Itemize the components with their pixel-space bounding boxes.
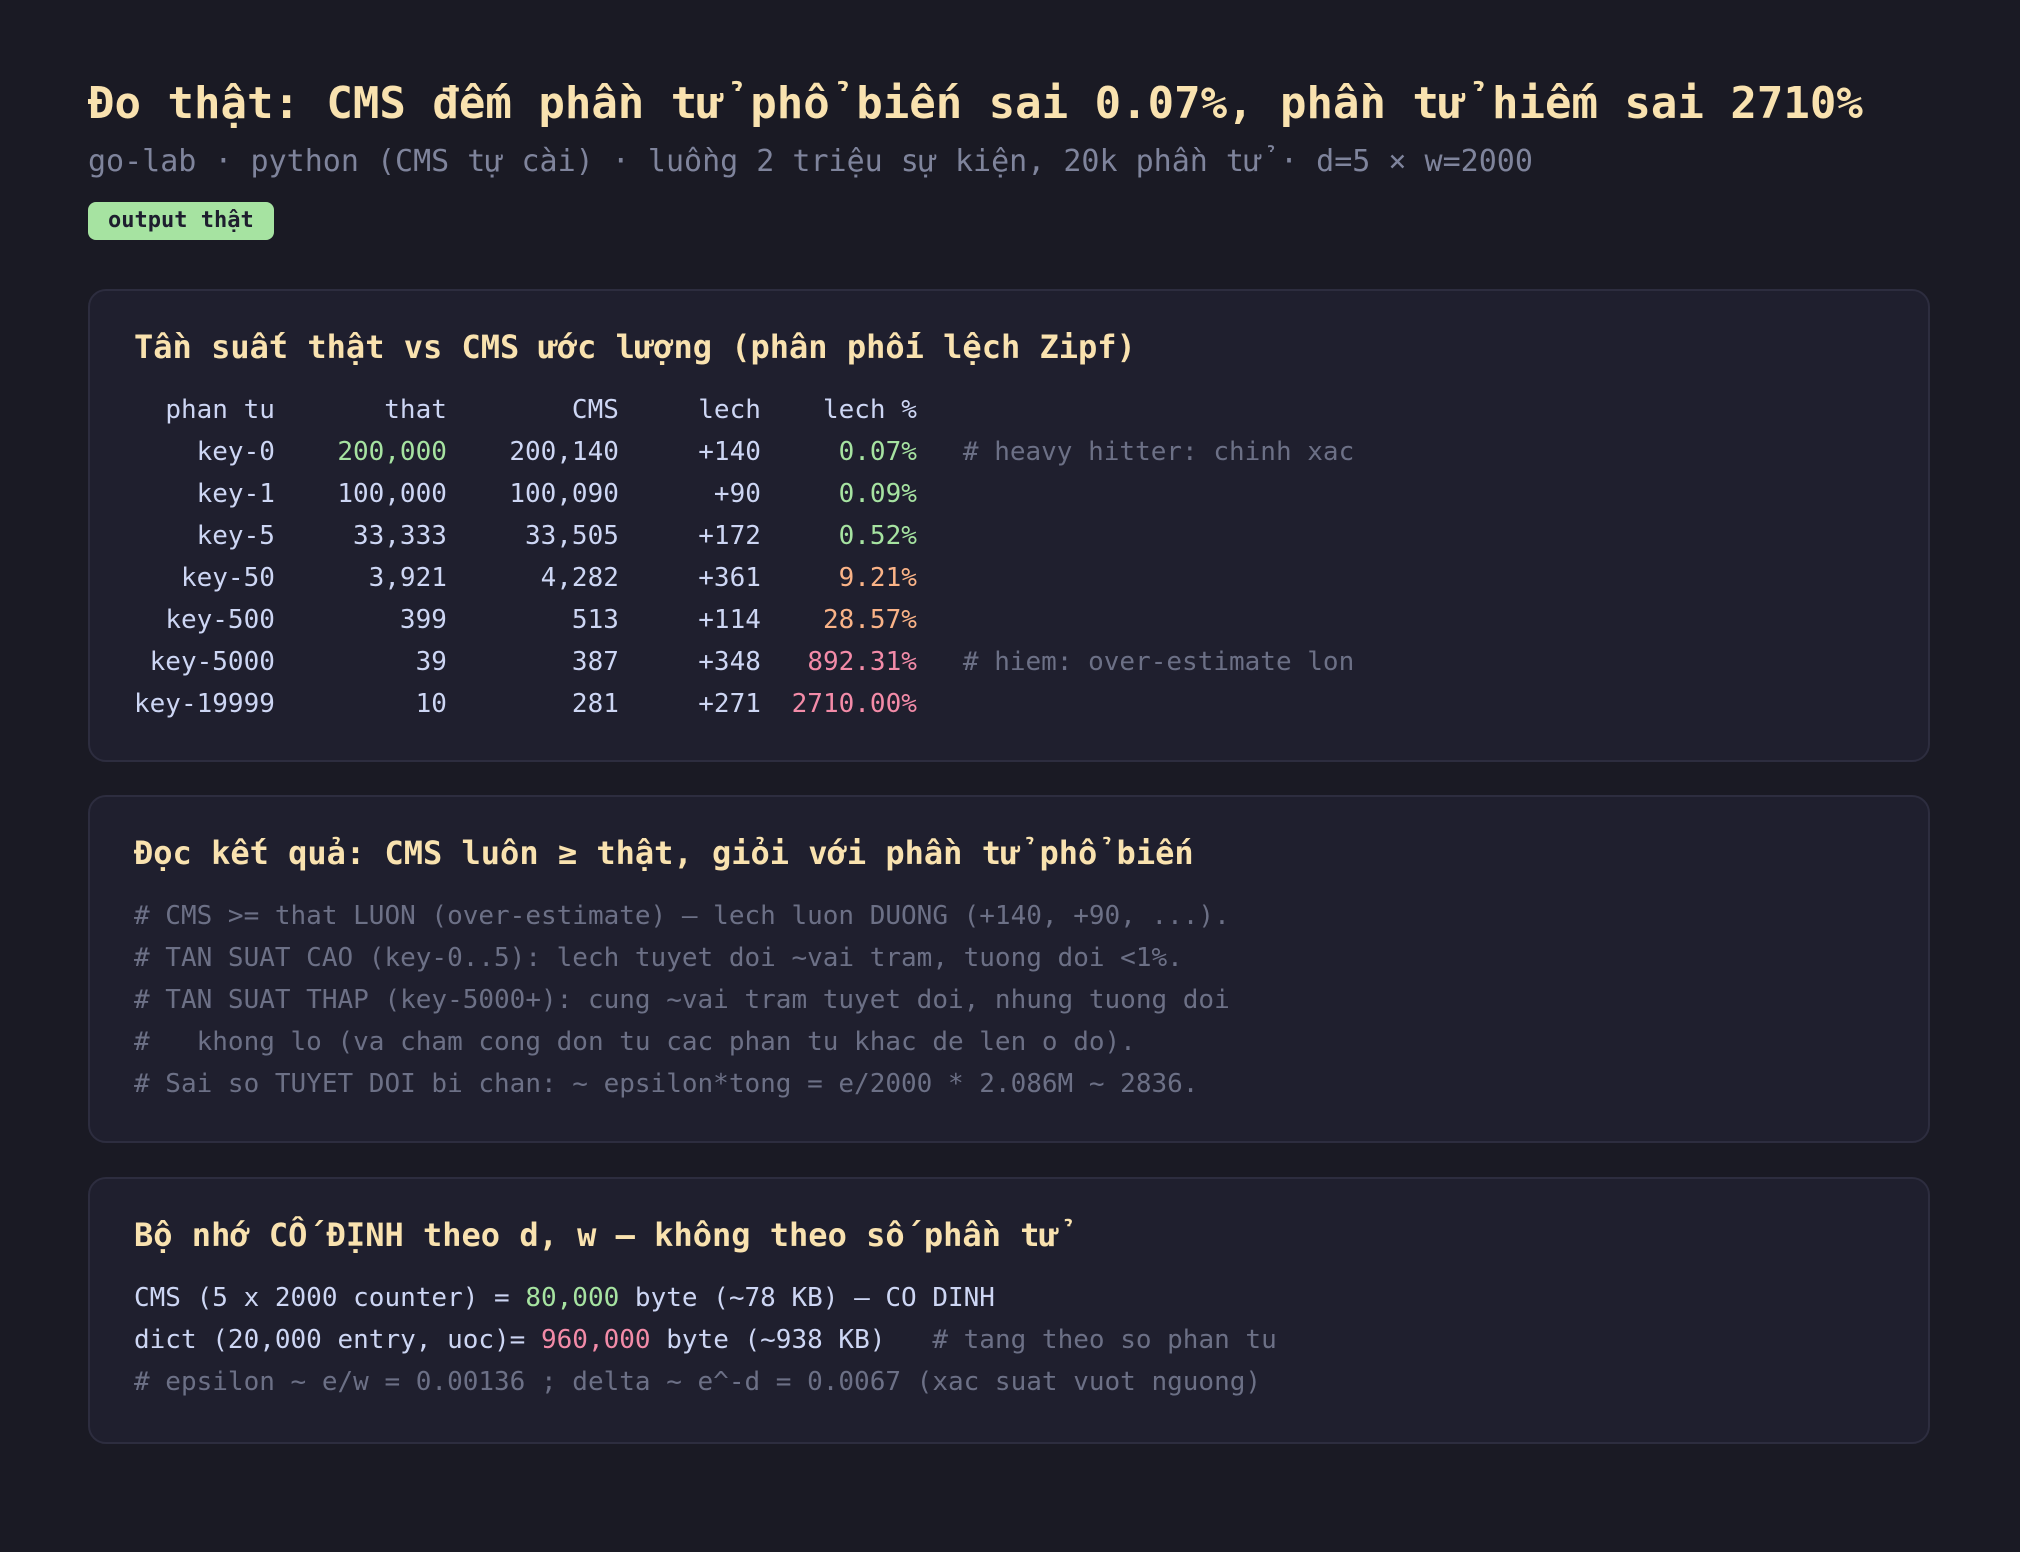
- frequency-card-title: Tần suất thật vs CMS ước lượng (phân phố…: [134, 328, 1136, 366]
- cell-lech-pct: 0.09%: [838, 479, 917, 509]
- table-row: key-50 3,921 4,282 +361 9.21%: [134, 557, 1354, 599]
- cell-that: 33,333: [352, 521, 447, 551]
- cell-note: [917, 473, 1354, 515]
- table-row: key-1 100,000 100,090 +90 0.09%: [134, 473, 1354, 515]
- cell-that: 39: [415, 647, 447, 677]
- cell-lech-pct: 892.31%: [807, 647, 917, 677]
- cell-lech: +172: [698, 521, 761, 551]
- cell-key: key-5000: [149, 647, 275, 677]
- memory-cms-value: 80,000: [525, 1283, 620, 1313]
- cell-note: # heavy hitter: chinh xac: [962, 437, 1355, 467]
- cell-cms: 33,505: [524, 521, 619, 551]
- result-card: Đọc kết quả: CMS luôn ≥ thật, giỏi với p…: [88, 795, 1930, 1143]
- cell-key: key-500: [165, 605, 275, 635]
- table-row: key-0 200,000 200,140 +140 0.07% # heavy…: [134, 431, 1355, 473]
- result-line: # TAN SUAT THAP (key-5000+): cung ~vai t…: [134, 985, 1230, 1015]
- column-header-lech-pct: lech %: [822, 395, 917, 425]
- cell-lech-pct: 0.07%: [838, 437, 917, 467]
- cell-that: 100,000: [337, 479, 447, 509]
- cell-key: key-19999: [134, 689, 275, 719]
- table-row: key-5000 39 387 +348 892.31% # hiem: ove…: [134, 641, 1355, 683]
- cell-key: key-1: [196, 479, 275, 509]
- memory-card-title: Bộ nhớ CỐ ĐỊNH theo d, w — không theo số…: [134, 1216, 1059, 1254]
- cell-note: [917, 515, 1354, 557]
- output-badge: output thật: [88, 202, 274, 240]
- cell-that: 10: [415, 689, 447, 719]
- cell-lech: +114: [698, 605, 761, 635]
- column-header-lech: lech: [698, 395, 761, 425]
- cell-cms: 387: [571, 647, 619, 677]
- column-header-note: [917, 389, 1354, 431]
- memory-dict-prefix: dict (20,000 entry, uoc)=: [134, 1325, 541, 1355]
- cell-that: 3,921: [368, 563, 447, 593]
- table-row: key-5 33,333 33,505 +172 0.52%: [134, 515, 1354, 557]
- column-header-cms: CMS: [571, 395, 619, 425]
- result-line: # CMS >= that LUON (over-estimate) — lec…: [134, 901, 1230, 931]
- page-title: Đo thật: CMS đếm phần tử phổ biến sai 0.…: [88, 78, 1863, 129]
- cell-note: # hiem: over-estimate lon: [962, 647, 1355, 677]
- frequency-card: Tần suất thật vs CMS ước lượng (phân phố…: [88, 289, 1930, 762]
- table-header-row: phan tu that CMS lech lech %: [134, 389, 1354, 431]
- memory-cms-suffix: byte (~78 KB) — CO DINH: [619, 1283, 995, 1313]
- result-line: # TAN SUAT CAO (key-0..5): lech tuyet do…: [134, 943, 1183, 973]
- cell-key: key-0: [196, 437, 275, 467]
- cell-that: 399: [399, 605, 447, 635]
- cell-lech-pct: 9.21%: [838, 563, 917, 593]
- cell-lech: +90: [713, 479, 761, 509]
- cell-cms: 100,090: [509, 479, 619, 509]
- column-header-that: that: [384, 395, 447, 425]
- memory-card: Bộ nhớ CỐ ĐỊNH theo d, w — không theo số…: [88, 1177, 1930, 1444]
- memory-line-epsilon: # epsilon ~ e/w = 0.00136 ; delta ~ e^-d…: [134, 1367, 1262, 1397]
- page: Đo thật: CMS đếm phần tử phổ biến sai 0.…: [0, 0, 2020, 240]
- cell-note: [917, 599, 1354, 641]
- column-header-key: phan tu: [165, 395, 275, 425]
- cell-lech-pct: 2710.00%: [791, 689, 917, 719]
- cell-lech: +140: [698, 437, 761, 467]
- cell-cms: 4,282: [540, 563, 619, 593]
- memory-dict-value: 960,000: [541, 1325, 651, 1355]
- cell-cms: 513: [571, 605, 619, 635]
- result-line: # khong lo (va cham cong don tu cac phan…: [134, 1027, 1136, 1057]
- memory-dict-suffix: byte (~938 KB): [650, 1325, 886, 1355]
- result-line: # Sai so TUYET DOI bi chan: ~ epsilon*to…: [134, 1069, 1199, 1099]
- memory-line-dict: dict (20,000 entry, uoc)= 960,000 byte (…: [134, 1319, 1884, 1361]
- cell-lech: +271: [698, 689, 761, 719]
- memory-line-cms: CMS (5 x 2000 counter) = 80,000 byte (~7…: [134, 1277, 1884, 1319]
- cell-lech: +361: [698, 563, 761, 593]
- cell-key: key-5: [196, 521, 275, 551]
- table-row: key-19999 10 281 +271 2710.00%: [134, 683, 1354, 725]
- table-row: key-500 399 513 +114 28.57%: [134, 599, 1354, 641]
- cell-note: [917, 557, 1354, 599]
- cell-that: 200,000: [337, 437, 447, 467]
- result-card-title: Đọc kết quả: CMS luôn ≥ thật, giỏi với p…: [134, 834, 1194, 872]
- cell-lech-pct: 0.52%: [838, 521, 917, 551]
- frequency-table: phan tu that CMS lech lech % key-0 200,0…: [134, 389, 1354, 725]
- cell-note: [917, 683, 1354, 725]
- cell-lech-pct: 28.57%: [822, 605, 917, 635]
- cell-lech: +348: [698, 647, 761, 677]
- memory-cms-prefix: CMS (5 x 2000 counter) =: [134, 1283, 526, 1313]
- cell-key: key-50: [180, 563, 275, 593]
- cell-cms: 281: [571, 689, 619, 719]
- cell-cms: 200,140: [509, 437, 619, 467]
- memory-dict-comment: # tang theo so phan tu: [885, 1325, 1277, 1355]
- page-subtitle: go-lab · python (CMS tự cài) · luồng 2 t…: [88, 144, 1533, 179]
